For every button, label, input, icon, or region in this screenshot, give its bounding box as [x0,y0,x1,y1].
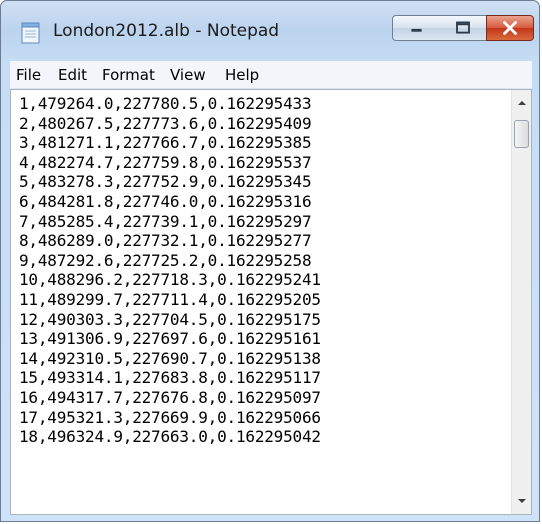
close-icon [503,21,517,35]
text-line: 17,495321.3,227669.9,0.162295066 [19,407,321,427]
text-line: 3,481271.1,227766.7,0.162295385 [19,133,312,153]
menu-help[interactable]: Help [225,66,259,84]
text-line: 11,489299.7,227711.4,0.162295205 [19,289,321,309]
document-text[interactable]: 1,479264.0,227780.5,0.162295433 2,480267… [19,94,499,508]
menu-edit[interactable]: Edit [58,66,87,84]
text-line: 15,493314.1,227683.8,0.162295117 [19,368,321,388]
text-line: 7,485285.4,227739.1,0.162295297 [19,211,312,231]
title-bar[interactable]: London2012.alb - Notepad [1,1,539,55]
text-editor[interactable]: 1,479264.0,227780.5,0.162295433 2,480267… [10,89,532,515]
window-title: London2012.alb - Notepad [53,21,280,41]
text-line: 4,482274.7,227759.8,0.162295537 [19,152,312,172]
text-line: 6,484281.8,227746.0,0.162295316 [19,191,312,211]
arrow-down-icon[interactable] [514,494,530,508]
vertical-scrollbar[interactable] [511,90,531,514]
arrow-up-icon[interactable] [514,96,530,110]
text-line: 8,486289.0,227732.1,0.162295277 [19,231,312,251]
scrollbar-thumb[interactable] [514,120,529,148]
close-button[interactable] [486,15,534,41]
menu-file[interactable]: File [16,66,41,84]
text-line: 18,496324.9,227663.0,0.162295042 [19,427,321,447]
menu-format[interactable]: Format [102,66,155,84]
text-line: 1,479264.0,227780.5,0.162295433 [19,94,312,113]
text-line: 9,487292.6,227725.2,0.162295258 [19,250,312,270]
text-line: 12,490303.3,227704.5,0.162295175 [19,309,321,329]
notepad-icon[interactable] [21,22,41,44]
text-line: 16,494317.7,227676.8,0.162295097 [19,387,321,407]
notepad-window: London2012.alb - Notepad File Edit Forma… [0,0,540,522]
text-line: 2,480267.5,227773.6,0.162295409 [19,113,312,133]
maximize-button[interactable] [440,15,487,41]
text-line: 13,491306.9,227697.6,0.162295161 [19,329,321,349]
minimize-icon [411,28,422,32]
text-line: 5,483278.3,227752.9,0.162295345 [19,172,312,192]
maximize-icon [456,21,470,34]
menu-view[interactable]: View [170,66,206,84]
minimize-button[interactable] [392,15,441,41]
menu-bar: File Edit Format View Help [10,61,532,89]
text-line: 10,488296.2,227718.3,0.162295241 [19,270,321,290]
text-line: 14,492310.5,227690.7,0.162295138 [19,348,321,368]
